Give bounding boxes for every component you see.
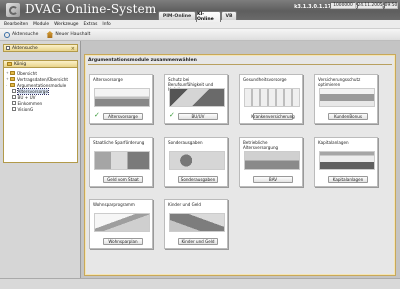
module-selection-heading: Argumentationsmodule zusammenwählen: [88, 58, 392, 65]
tree-item[interactable]: + Vertragsdaten/Übersicht: [6, 76, 75, 82]
module-photo: [94, 88, 150, 107]
module-photo: [169, 151, 225, 170]
module-card: Kapitalanlagen Kapitalanlagen: [314, 137, 378, 187]
expand-icon[interactable]: +: [6, 71, 9, 75]
module-button[interactable]: Altersvorsorge: [103, 113, 143, 120]
module-card: Betriebliche Altersversorgung BAV: [239, 137, 303, 187]
panel-toggle-icon: [6, 46, 10, 50]
module-card-title: Wohnsparprogramm: [93, 202, 135, 207]
module-card-title: Altersvorsorge: [93, 77, 123, 82]
checkmark-icon: ✓: [169, 111, 175, 119]
module-button[interactable]: Kapitalanlagen: [328, 176, 368, 183]
house-icon: [46, 31, 54, 38]
menu-werkzeuge[interactable]: Werkzeuge: [54, 22, 78, 27]
module-card-title: Betriebliche Altersversorgung: [243, 140, 279, 150]
client-tree-header: König: [3, 60, 78, 68]
module-photo: [169, 88, 225, 107]
left-panel: Aktensuche × König + Übersicht + Vertragsda…: [0, 41, 80, 278]
document-icon: [12, 94, 16, 100]
aktensuche-button[interactable]: Aktensuche: [4, 31, 39, 38]
menu-module[interactable]: Module: [33, 22, 49, 27]
search-icon: [4, 31, 10, 38]
menu-extras[interactable]: Extras: [84, 22, 98, 27]
module-card: Versicherungsschutz optimieren KundenBonu…: [314, 74, 378, 124]
module-card: Wohnsparprogramm Wohnsparplan: [89, 199, 153, 249]
app-title: DVAG Online-System: [25, 2, 157, 16]
tree-item-label: Einkommen: [17, 100, 43, 106]
collapse-icon[interactable]: -: [6, 83, 9, 87]
module-photo: [244, 88, 300, 107]
module-card-title: Sonderausgaben: [168, 140, 203, 145]
toolbar: Aktensuche Neuer Haushalt: [0, 29, 400, 41]
module-card: Schutz bei Berufsunfähigkeit und Unfall✓…: [164, 74, 228, 124]
module-card-title: Versicherungsschutz optimieren: [318, 77, 361, 87]
tree-item-label: Altersvorsorge: [16, 87, 50, 95]
aktensuche-panel-title: Aktensuche: [12, 45, 38, 51]
status-date: 24.11.2005: [357, 2, 383, 9]
module-card: Staatliche Sparförderung Geld vom Staat: [89, 137, 153, 187]
module-card-title: Staatliche Sparförderung: [93, 140, 145, 145]
module-card: Sonderausgaben Sonderausgaben: [164, 137, 228, 187]
tree-item-label: Übersicht: [17, 70, 37, 76]
module-photo: [244, 151, 300, 170]
navigation-tree: + Übersicht + Vertragsdaten/Übersicht - Argum…: [3, 68, 78, 163]
document-icon: [12, 106, 16, 112]
module-button[interactable]: Wohnsparplan: [103, 238, 143, 245]
module-button[interactable]: Sonderausgaben: [178, 176, 218, 183]
tree-item-label: VisionG: [17, 106, 34, 112]
status-time: 09:50: [384, 2, 398, 9]
module-photo: [94, 151, 150, 170]
document-icon: [12, 88, 16, 94]
tree-item-label: Vertragsdaten/Übersicht: [17, 76, 69, 82]
folder-icon: [10, 71, 15, 75]
tab-ki-online[interactable]: KI-Online: [196, 11, 221, 22]
module-card: Gesundheitsvorsorge Krankenversicherung: [239, 74, 303, 124]
folder-icon: [7, 62, 12, 66]
module-button[interactable]: Geld vom Staat: [103, 176, 143, 183]
menu-info[interactable]: Info: [102, 22, 110, 27]
new-household-label: Neuer Haushalt: [55, 32, 91, 37]
module-button[interactable]: KundenBonus: [328, 113, 368, 120]
folder-icon: [10, 83, 15, 87]
aktensuche-panel-header[interactable]: Aktensuche ×: [3, 44, 78, 52]
module-card: Altersvorsorge ✓ Altersvorsorge: [89, 74, 153, 124]
module-card: Kinder und Geld Kinder und Geld: [164, 199, 228, 249]
tree-item-label: BU + UV: [17, 94, 36, 100]
new-household-button[interactable]: Neuer Haushalt: [46, 31, 90, 38]
close-icon[interactable]: ×: [71, 46, 75, 52]
status-bar: [0, 278, 400, 289]
tree-item-label: Argumentationsmodule: [17, 82, 67, 88]
module-button[interactable]: Krankenversicherung: [251, 113, 295, 120]
status-id: 1000000: [330, 2, 356, 9]
tree-item[interactable]: - Argumentationsmodule: [6, 82, 75, 88]
expand-icon[interactable]: +: [6, 77, 9, 81]
module-button[interactable]: Kinder und Geld: [178, 238, 218, 245]
module-photo: [94, 213, 150, 232]
module-button[interactable]: BAV: [253, 176, 293, 183]
module-photo: [319, 88, 375, 107]
module-photo: [319, 151, 375, 170]
module-button[interactable]: BU/UV: [178, 113, 218, 120]
module-card-title: Kinder und Geld: [168, 202, 202, 207]
app-logo-icon: [6, 3, 20, 17]
client-name: König: [14, 61, 27, 67]
module-card-title: Gesundheitsvorsorge: [243, 77, 287, 82]
module-photo: [169, 213, 225, 232]
tree-item[interactable]: VisionG: [6, 106, 75, 112]
folder-icon: [10, 77, 15, 81]
menu-bearbeiten[interactable]: Bearbeiten: [4, 22, 28, 27]
aktensuche-label: Aktensuche: [12, 32, 39, 37]
module-card-title: Kapitalanlagen: [318, 140, 349, 145]
checkmark-icon: ✓: [94, 111, 100, 119]
document-icon: [12, 100, 16, 106]
